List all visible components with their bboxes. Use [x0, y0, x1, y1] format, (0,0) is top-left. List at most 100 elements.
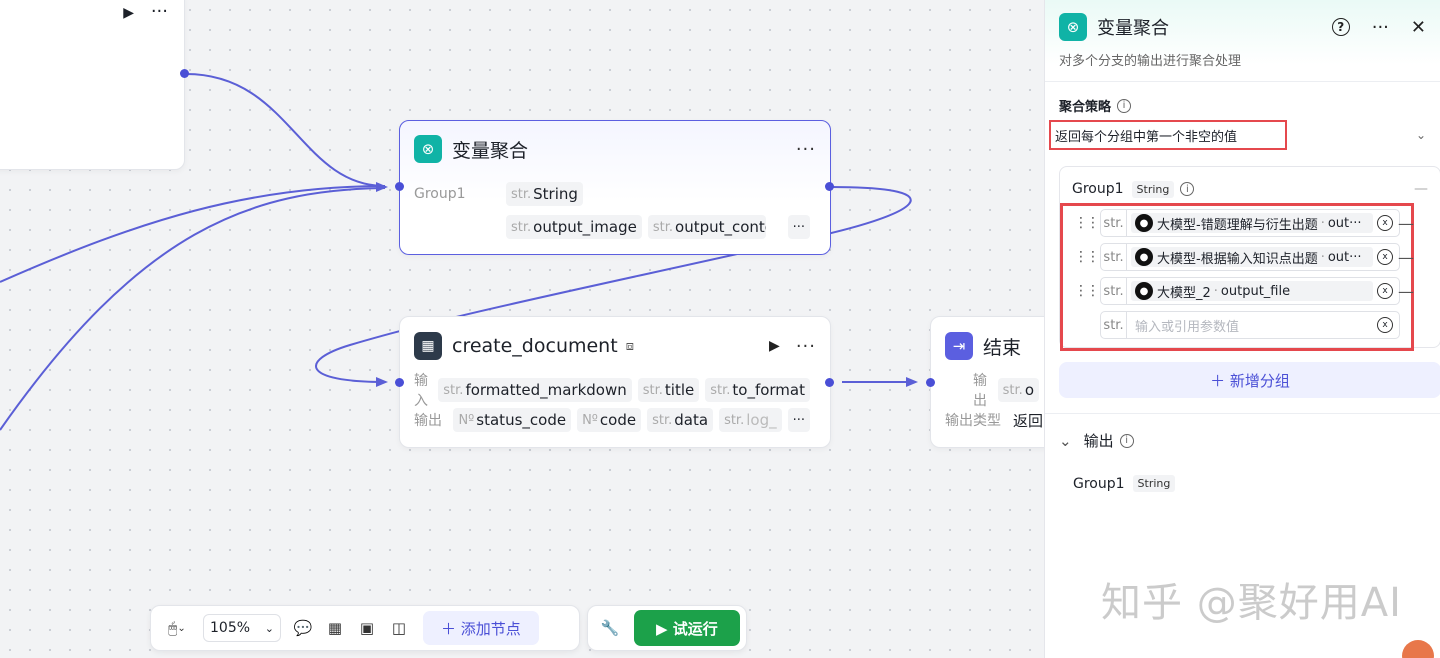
- output-port[interactable]: [825, 182, 834, 191]
- output-type-label: 输出类型: [945, 413, 1001, 429]
- variable-ref-icon[interactable]: x: [1377, 317, 1393, 333]
- input-port[interactable]: [395, 182, 404, 191]
- aggregation-icon: ⊗: [414, 135, 442, 163]
- node-config-panel: ⊗ 变量聚合 ? ··· ✕ 对多个分支的输出进行聚合处理 聚合策略 i 返回每…: [1044, 0, 1440, 658]
- remove-icon[interactable]: —: [1398, 282, 1414, 301]
- placeholder-text: 输入或引用参数值: [1135, 319, 1240, 335]
- run-node-icon[interactable]: ▶: [769, 338, 780, 354]
- variable-ref-field[interactable]: str. ● 大模型_2 · output_file x: [1100, 277, 1400, 305]
- test-run-button[interactable]: ▶ 试运行: [634, 610, 740, 646]
- output-port[interactable]: [825, 378, 834, 387]
- variable-row: str. 输入或引用参数值 x: [1074, 311, 1400, 339]
- drag-handle-icon[interactable]: ⋮⋮: [1074, 249, 1100, 265]
- group-name: Group1: [1072, 181, 1124, 197]
- variable-input-field[interactable]: str. 输入或引用参数值 x: [1100, 311, 1400, 339]
- variable-ref-field[interactable]: str. ● 大模型-根据输入知识点出题 · out··· x: [1100, 243, 1400, 271]
- end-icon: ⇥: [945, 332, 973, 360]
- group-card: Group1 String i — ⋮⋮ str. ● 大模型-错题理解与衍生出题…: [1059, 166, 1440, 351]
- mouse-mode-icon[interactable]: 🖱 ⌄: [157, 612, 197, 644]
- plugin-badge-icon: ⧈: [625, 338, 634, 354]
- info-icon[interactable]: i: [1180, 182, 1195, 196]
- input-label: 输入: [414, 373, 428, 409]
- info-icon[interactable]: i: [1117, 98, 1132, 113]
- zoom-select[interactable]: 105% ⌄: [203, 614, 281, 642]
- strategy-label: 聚合策略: [1059, 100, 1112, 115]
- aggregation-icon: ⊗: [1059, 13, 1087, 41]
- arrow-end-in: [906, 377, 918, 387]
- group-label: Group1: [414, 186, 466, 202]
- image-icon[interactable]: ▣: [351, 612, 383, 644]
- output-section-label: 输出: [1083, 432, 1114, 450]
- output-group-name: Group1: [1073, 475, 1125, 492]
- node-title: 变量聚合: [452, 139, 529, 162]
- run-toolbar: 🔧 ▶ 试运行: [587, 605, 747, 651]
- edge-branch2-to-agg: [0, 187, 386, 431]
- strategy-value: 返回每个分组中第一个非空的值: [1049, 120, 1287, 150]
- arrow-agg-in: [376, 182, 388, 192]
- panel-description: 对多个分支的输出进行聚合处理: [1059, 54, 1242, 69]
- output-label: 输出: [973, 373, 987, 409]
- output-chip: Nº status_code: [453, 408, 572, 432]
- workflow-canvas[interactable]: ▶ ··· ⊗ 变量聚合 ··· Group1 str. String str. o…: [0, 0, 1060, 658]
- input-port[interactable]: [395, 378, 404, 387]
- previous-node-partial[interactable]: ▶ ···: [0, 0, 185, 170]
- var-chip: str.output_conter: [647, 215, 766, 239]
- input-chip: str. title: [637, 378, 700, 402]
- output-label: 输出: [414, 413, 442, 429]
- llm-icon: ●: [1135, 214, 1153, 232]
- close-icon[interactable]: ✕: [1411, 17, 1426, 38]
- document-plugin-icon: ▦: [414, 332, 442, 360]
- variable-ref-icon[interactable]: x: [1377, 249, 1393, 265]
- variable-ref-field[interactable]: str. ● 大模型-错题理解与衍生出题 · out··· x: [1100, 209, 1400, 237]
- type-chip: str. String: [506, 182, 583, 206]
- more-icon[interactable]: ···: [151, 1, 168, 22]
- collapse-icon[interactable]: —: [1414, 181, 1428, 197]
- divider: [1045, 413, 1440, 414]
- edge-prev-to-agg: [185, 73, 386, 187]
- node-title: 结束: [983, 336, 1022, 359]
- help-icon[interactable]: ?: [1331, 18, 1350, 36]
- panel-title: 变量聚合: [1097, 18, 1169, 39]
- create-document-node[interactable]: ▦ create_document ⧈ ▶ ··· 输入 str. formatt…: [399, 316, 831, 448]
- output-chip: str. data: [647, 408, 714, 432]
- type-tag: String: [1131, 180, 1175, 198]
- node-title: create_document: [452, 335, 618, 357]
- variable-aggregation-node[interactable]: ⊗ 变量聚合 ··· Group1 str. String str. output_…: [399, 120, 831, 255]
- llm-icon: ●: [1135, 248, 1153, 266]
- info-icon[interactable]: i: [1119, 433, 1134, 448]
- chevron-down-icon[interactable]: ⌄: [1059, 432, 1072, 450]
- comment-icon[interactable]: 💬: [287, 612, 319, 644]
- drag-handle-icon[interactable]: ⋮⋮: [1074, 283, 1100, 299]
- overflow-chip[interactable]: ···: [787, 408, 810, 432]
- strategy-select[interactable]: 返回每个分组中第一个非空的值 ⌄: [1049, 120, 1426, 150]
- more-icon[interactable]: ···: [796, 336, 816, 357]
- variable-ref-icon[interactable]: x: [1377, 215, 1393, 231]
- input-port[interactable]: [926, 378, 935, 387]
- variable-row: ⋮⋮ str. ● 大模型-错题理解与衍生出题 · out··· x —: [1074, 209, 1414, 237]
- chevron-down-icon: ⌄: [264, 621, 274, 635]
- remove-icon[interactable]: —: [1398, 214, 1414, 233]
- overflow-chip[interactable]: ···: [787, 215, 810, 239]
- more-icon[interactable]: ···: [796, 139, 816, 160]
- watermark: 知乎 @聚好用AI: [1101, 580, 1402, 626]
- add-node-button[interactable]: ＋ 添加节点: [423, 611, 539, 645]
- output-type-value: 返回: [1013, 411, 1044, 430]
- more-icon[interactable]: ···: [1372, 17, 1389, 38]
- end-node[interactable]: ⇥ 结束 输出 str. o 输出类型 返回: [930, 316, 1060, 448]
- debug-tool-icon[interactable]: 🔧: [594, 612, 626, 644]
- remove-icon[interactable]: —: [1398, 248, 1414, 267]
- drag-handle-icon[interactable]: ⋮⋮: [1074, 215, 1100, 231]
- output-port[interactable]: [180, 69, 189, 78]
- variable-ref-icon[interactable]: x: [1377, 283, 1393, 299]
- play-icon[interactable]: ▶: [123, 5, 134, 21]
- layout-grid-icon[interactable]: ▦: [319, 612, 351, 644]
- output-chip: str. o: [997, 378, 1039, 402]
- add-group-button[interactable]: ＋ 新增分组: [1059, 362, 1440, 398]
- type-tag: String: [1132, 475, 1176, 492]
- input-chip: str. formatted_markdown: [438, 378, 632, 402]
- canvas-toolbar: 🖱 ⌄ 105% ⌄ 💬 ▦ ▣ ◫ ＋ 添加节点: [150, 605, 580, 651]
- minimap-icon[interactable]: ◫: [383, 612, 415, 644]
- var-chip: str. output_image: [506, 215, 642, 239]
- input-chip: str. to_format: [705, 378, 810, 402]
- output-chip: Nº code: [577, 408, 642, 432]
